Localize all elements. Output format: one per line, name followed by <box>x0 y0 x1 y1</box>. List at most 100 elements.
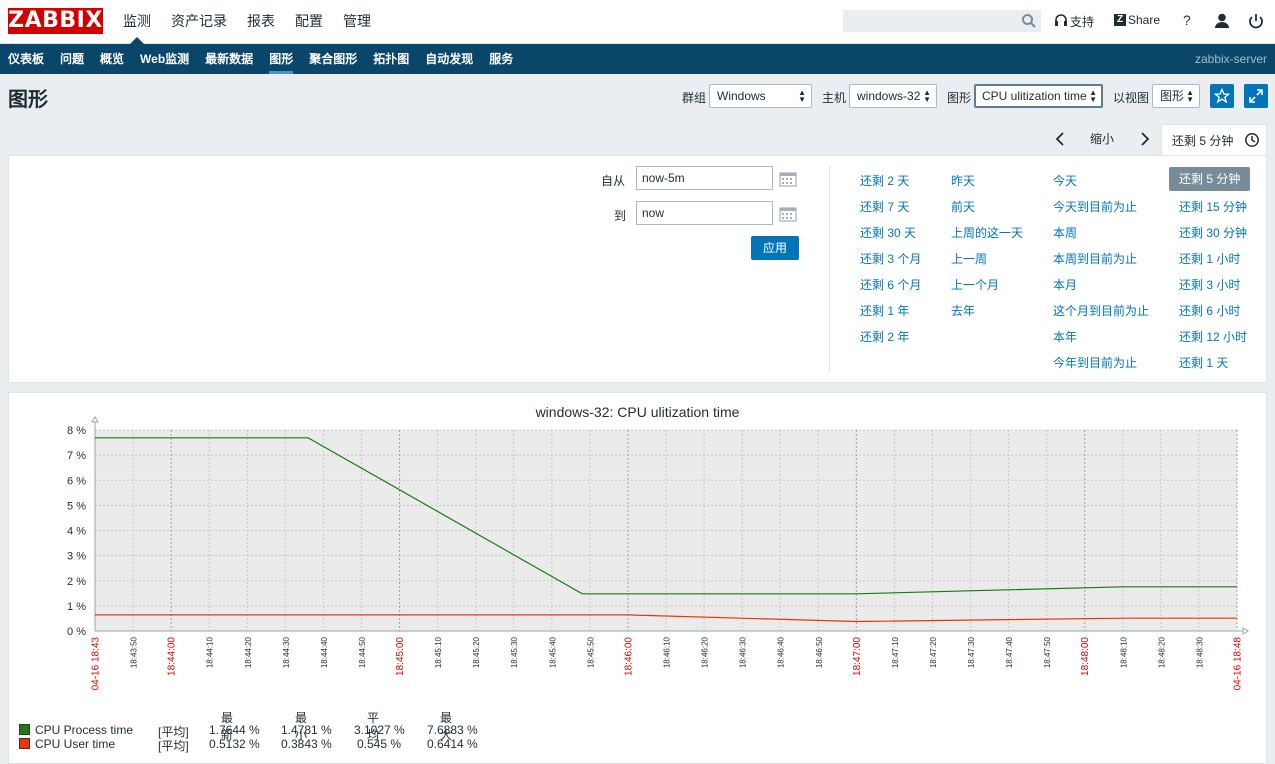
zoom-out-button[interactable]: 缩小 <box>1090 130 1114 147</box>
share-z-icon: Z <box>1114 14 1126 26</box>
search-input[interactable] <box>843 10 1041 32</box>
add-to-favorites-button[interactable] <box>1210 84 1234 108</box>
quick-range-1-0[interactable]: 昨天 <box>951 172 975 189</box>
select-arrows-icon: ▲ ▼ <box>923 88 931 104</box>
quick-range-2-4[interactable]: 本月 <box>1053 276 1077 293</box>
quick-range-1-3[interactable]: 上一周 <box>951 250 987 267</box>
fullscreen-button[interactable] <box>1244 84 1268 108</box>
x-tick-label: 18:46:10 <box>663 636 672 668</box>
quick-range-2-1[interactable]: 今天到目前为止 <box>1053 198 1137 215</box>
quick-range-3-5[interactable]: 还剩 6 小时 <box>1179 302 1240 319</box>
x-tick-label: 18:45:30 <box>510 636 519 668</box>
page-title: 图形 <box>8 89 48 111</box>
chevron-left-icon[interactable] <box>1055 132 1065 146</box>
quick-range-1-1[interactable]: 前天 <box>951 198 975 215</box>
subnav-problems[interactable]: 问题 <box>52 44 92 74</box>
menu-inventory[interactable]: 资产记录 <box>161 0 237 44</box>
calendar-icon[interactable] <box>779 171 797 187</box>
subnav-dashboard[interactable]: 仪表板 <box>0 44 52 74</box>
x-tick-label: 18:44:00 <box>167 637 178 676</box>
x-tick-label: 18:45:20 <box>472 636 481 668</box>
quick-range-0-0[interactable]: 还剩 2 天 <box>860 172 909 189</box>
x-tick-label: 18:45:50 <box>586 636 595 668</box>
legend-avg: 0.545 % <box>357 737 402 751</box>
host-select[interactable]: windows-32 ▲ ▼ <box>849 84 937 108</box>
quick-range-2-6[interactable]: 本年 <box>1053 328 1077 345</box>
quick-range-2-5[interactable]: 这个月到目前为止 <box>1053 302 1149 319</box>
zabbix-logo[interactable]: ZABBIX <box>8 8 103 34</box>
x-tick-label: 18:46:50 <box>815 636 824 668</box>
quick-range-3-2[interactable]: 还剩 30 分钟 <box>1179 224 1247 241</box>
legend-last: 1.7644 % <box>209 723 260 737</box>
to-input[interactable]: now <box>636 201 773 225</box>
select-arrows-icon: ▲ ▼ <box>798 88 806 104</box>
quick-range-1-4[interactable]: 上一个月 <box>951 276 999 293</box>
menu-administration[interactable]: 管理 <box>333 0 381 44</box>
subnav-overview[interactable]: 概览 <box>92 44 132 74</box>
quick-range-3-4[interactable]: 还剩 3 小时 <box>1179 276 1240 293</box>
quick-range-0-6[interactable]: 还剩 2 年 <box>860 328 909 345</box>
y-tick-label: 2 % <box>67 576 86 588</box>
quick-range-2-2[interactable]: 本周 <box>1053 224 1077 241</box>
quick-range-0-1[interactable]: 还剩 7 天 <box>860 198 909 215</box>
from-input[interactable]: now-5m <box>636 166 773 190</box>
fullscreen-icon <box>1249 89 1263 103</box>
user-profile-icon[interactable] <box>1213 12 1231 30</box>
menu-configuration[interactable]: 配置 <box>285 0 333 44</box>
clock-icon <box>1245 133 1259 147</box>
quick-range-2-0[interactable]: 今天 <box>1053 172 1077 189</box>
quick-range-3-0[interactable]: 还剩 5 分钟 <box>1169 167 1251 191</box>
quick-range-1-5[interactable]: 去年 <box>951 302 975 319</box>
legend-name: CPU Process time <box>35 723 134 737</box>
quick-range-3-3[interactable]: 还剩 1 小时 <box>1179 250 1240 267</box>
apply-button[interactable]: 应用 <box>751 236 799 260</box>
view-select[interactable]: 图形 ▲ ▼ <box>1152 84 1200 108</box>
calendar-icon[interactable] <box>779 206 797 222</box>
search-icon[interactable] <box>1021 13 1037 29</box>
subnav-discovery[interactable]: 自动发现 <box>417 44 481 74</box>
time-range-tab[interactable]: 还剩 5 分钟 <box>1161 124 1267 156</box>
quick-range-3-1[interactable]: 还剩 15 分钟 <box>1179 198 1247 215</box>
x-tick-label: 04-16 18:48 <box>1233 637 1244 691</box>
subnav-graphs[interactable]: 图形 <box>261 44 301 74</box>
menu-monitoring[interactable]: 监测 <box>113 0 161 44</box>
x-tick-label: 18:48:30 <box>1195 636 1204 668</box>
x-tick-label: 18:46:40 <box>777 636 786 668</box>
quick-range-0-5[interactable]: 还剩 1 年 <box>860 302 909 319</box>
menu-reports[interactable]: 报表 <box>237 0 285 44</box>
legend-swatch-user <box>19 738 30 749</box>
subnav-maps[interactable]: 拓扑图 <box>365 44 417 74</box>
graph-label: 图形 <box>947 91 972 105</box>
x-tick-label: 18:48:00 <box>1080 637 1091 676</box>
quick-range-0-2[interactable]: 还剩 30 天 <box>860 224 916 241</box>
quick-range-3-6[interactable]: 还剩 12 小时 <box>1179 328 1247 345</box>
sub-navigation: 仪表板 问题 概览 Web监测 最新数据 图形 聚合图形 拓扑图 自动发现 服务… <box>0 44 1275 74</box>
support-link[interactable]: 支持 <box>1070 13 1094 30</box>
legend-name: CPU User time <box>35 737 116 751</box>
share-link[interactable]: Share <box>1128 13 1160 27</box>
help-link[interactable]: ? <box>1183 12 1191 28</box>
legend-avg: 3.1027 % <box>354 723 405 737</box>
chevron-right-icon[interactable] <box>1140 132 1150 146</box>
group-select[interactable]: Windows ▲ ▼ <box>709 84 812 108</box>
quick-range-3-7[interactable]: 还剩 1 天 <box>1179 354 1228 371</box>
x-tick-label: 18:45:00 <box>395 637 406 676</box>
quick-range-0-4[interactable]: 还剩 6 个月 <box>860 276 921 293</box>
graph-select[interactable]: CPU ulitization time ▲ ▼ <box>974 84 1103 108</box>
sign-out-icon[interactable] <box>1247 12 1265 30</box>
x-tick-label: 18:48:20 <box>1157 636 1166 668</box>
quick-range-0-3[interactable]: 还剩 3 个月 <box>860 250 921 267</box>
x-tick-label: 18:44:40 <box>320 636 329 668</box>
subnav-latest-data[interactable]: 最新数据 <box>197 44 261 74</box>
x-tick-label: 18:47:30 <box>967 636 976 668</box>
time-filter-panel: 自从 now-5m 到 now 应用 还剩 2 天还剩 7 天还剩 30 天还剩… <box>8 155 1267 383</box>
subnav-services[interactable]: 服务 <box>481 44 521 74</box>
time-selector-tabs: 缩小 还剩 5 分钟 <box>8 124 1267 156</box>
quick-range-1-2[interactable]: 上周的这一天 <box>951 224 1023 241</box>
quick-range-2-7[interactable]: 今年到目前为止 <box>1053 354 1137 371</box>
legend-func: [平均] <box>158 739 189 753</box>
subnav-web[interactable]: Web监测 <box>132 44 197 74</box>
subnav-screens[interactable]: 聚合图形 <box>301 44 365 74</box>
view-select-value: 图形 <box>1160 89 1185 103</box>
quick-range-2-3[interactable]: 本周到目前为止 <box>1053 250 1137 267</box>
